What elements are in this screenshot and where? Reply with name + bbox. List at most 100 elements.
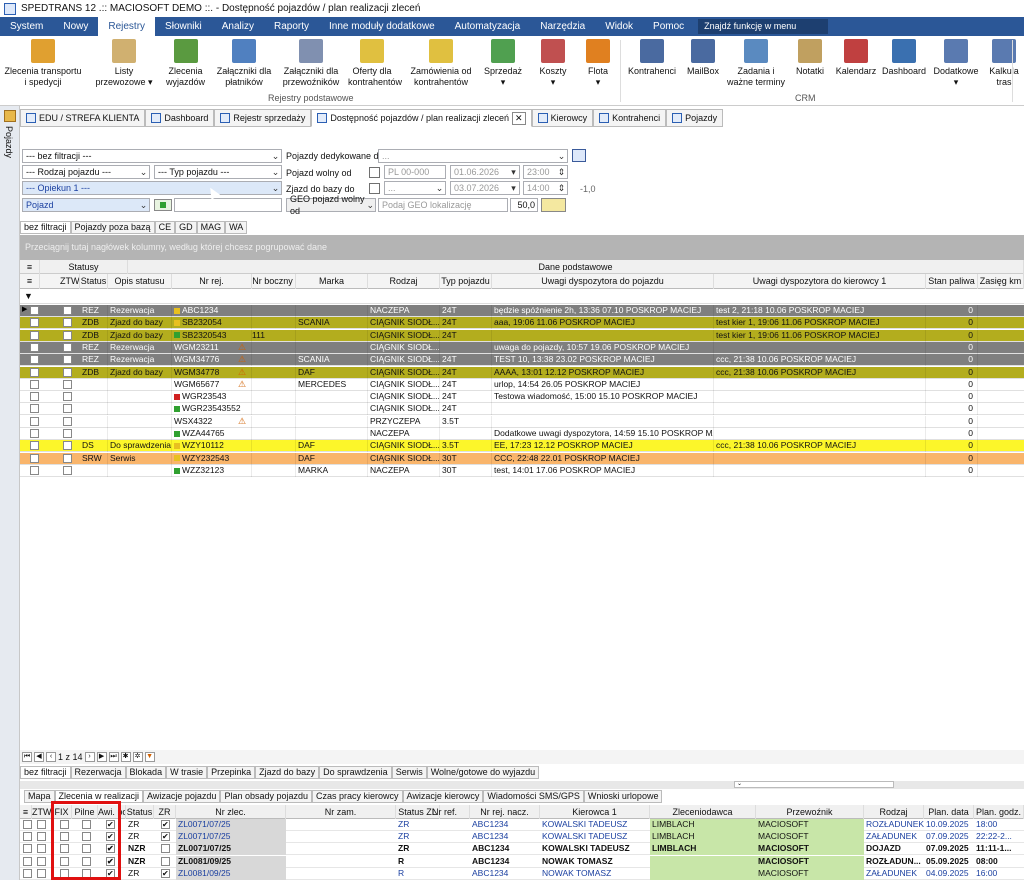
table-row[interactable]: REZ Rezerwacja WGM34776 SCANIA CIĄGNIK SIODŁ… <box>20 354 1024 367</box>
zr-checkbox[interactable] <box>161 844 170 854</box>
menu-item[interactable]: Pomoc <box>643 17 694 36</box>
vehicle-filter-tab[interactable]: Pojazdy poza bazą <box>70 221 155 234</box>
column-header[interactable]: Rodzaj <box>864 805 924 819</box>
column-header[interactable]: Nr rej. nacz. <box>470 805 540 819</box>
detail-tab[interactable]: Wiadomości SMS/GPS <box>483 790 584 803</box>
filter-icon[interactable]: ▼ <box>24 291 33 301</box>
grid-menu-icon[interactable]: ≡ <box>20 260 40 274</box>
grid-filter-row[interactable]: ▼ <box>20 289 1024 304</box>
ribbon-button[interactable]: Notatki <box>790 39 830 77</box>
filter-icon[interactable]: ▼ <box>144 752 155 762</box>
table-row[interactable]: WZA44765 NACZEPA Dodatkowe uwagi dyspozyto… <box>20 428 1024 440</box>
row-checkbox[interactable] <box>30 306 39 315</box>
detail-tab[interactable]: Wnioski urlopowe <box>583 790 663 803</box>
ztw-checkbox[interactable] <box>37 868 46 878</box>
table-row[interactable]: WSX4322 PRZYCZEPA 3.5T ⚠ 0 <box>20 415 1024 428</box>
return-date[interactable]: 03.07.2026 ▾ <box>450 181 520 195</box>
free-from-date[interactable]: 01.06.2026 ▾ <box>450 165 520 179</box>
row-checkbox[interactable] <box>23 832 32 842</box>
menu-item[interactable]: Inne moduły dodatkowe <box>319 17 445 36</box>
ztw-checkbox[interactable] <box>63 429 72 438</box>
menu-item[interactable]: Narzędzia <box>530 17 595 36</box>
zr-checkbox[interactable]: ✔ <box>161 868 170 878</box>
detail-tab[interactable]: Czas pracy kierowcy <box>312 790 403 803</box>
first-page-button[interactable]: ⏮ <box>22 752 32 762</box>
ribbon-button[interactable]: Zlecenia wyjazdów <box>158 39 213 88</box>
ztw-checkbox[interactable] <box>63 441 72 451</box>
row-checkbox[interactable] <box>30 330 39 340</box>
document-tab[interactable]: Rejestr sprzedaży <box>214 109 312 127</box>
free-from-time[interactable]: 23:00 ⇕ <box>523 165 568 179</box>
order-row[interactable]: ✔ ✔ ZR ZL0071/07/25 ZR ABC1234 KOWALSKI TADEUS… <box>20 831 1024 844</box>
ribbon-button[interactable]: Flota ▾ <box>578 39 618 88</box>
ribbon-button[interactable]: Oferty dla kontrahentów <box>348 39 402 88</box>
ztw-checkbox[interactable] <box>37 856 46 866</box>
row-checkbox[interactable] <box>30 367 39 377</box>
ribbon-button[interactable]: Zlecenia transportu i spedycji <box>4 39 82 88</box>
return-dropdown[interactable]: ... ⌄ <box>384 181 446 195</box>
document-tab[interactable]: Kontrahenci <box>593 109 667 127</box>
document-tab[interactable]: EDU / STREFA KLIENTA <box>20 109 146 127</box>
ztw-checkbox[interactable] <box>37 832 46 842</box>
column-header[interactable]: Uwagi dyspozytora do kierowcy 1 <box>714 274 926 289</box>
menu-item[interactable]: Automatyzacja <box>445 17 531 36</box>
column-header[interactable]: Nr zam. <box>286 805 396 819</box>
column-header[interactable]: Nr boczny <box>250 274 296 289</box>
filter-dropdown[interactable]: --- bez filtracji --- ⌄ <box>22 149 282 163</box>
row-checkbox[interactable] <box>30 453 39 463</box>
side-panel-label[interactable]: Pojazdy <box>4 126 14 158</box>
next-button[interactable]: › <box>84 752 95 762</box>
detail-tab[interactable]: Mapa <box>24 790 55 803</box>
menu-search-input[interactable]: Znajdź funkcję w menu <box>698 19 829 34</box>
column-header[interactable]: Opis statusu <box>108 274 172 289</box>
ribbon-button[interactable]: Zamówienia od kontrahentów <box>407 39 475 88</box>
status-filter-tab[interactable]: Do sprawdzenia <box>319 766 392 779</box>
column-header[interactable]: Nr ref. <box>420 805 470 819</box>
menu-item[interactable]: Nowy <box>53 17 98 36</box>
status-filter-tab[interactable]: W trasie <box>166 766 208 779</box>
zr-checkbox[interactable]: ✔ <box>161 832 170 842</box>
order-row[interactable]: ✔ NZR ZL0071/07/25 ZR ABC1234 KOWALSKI TADEUS… <box>20 843 1024 856</box>
zr-checkbox[interactable] <box>161 856 170 866</box>
table-row[interactable]: WGR23543 CIĄGNIK SIODŁ... 24T Testowa wiado… <box>20 391 1024 404</box>
add-icon[interactable] <box>154 199 172 211</box>
column-header[interactable]: Kierowca 1 <box>540 805 650 819</box>
next-page-button[interactable]: ▶ <box>96 752 107 762</box>
status-filter-tab[interactable]: Blokada <box>125 766 167 779</box>
ribbon-button[interactable]: Dashboard <box>880 39 928 77</box>
ribbon-button[interactable]: Dodatkowe ▾ <box>932 39 980 88</box>
row-checkbox[interactable] <box>30 465 39 475</box>
table-row[interactable]: REZ Rezerwacja WGM23211 CIĄGNIK SIODŁ... uwa… <box>20 341 1024 354</box>
vehicle-type-dropdown[interactable]: --- Typ pojazdu --- ⌄ <box>154 165 282 179</box>
ztw-checkbox[interactable] <box>63 404 72 414</box>
row-checkbox[interactable] <box>23 820 32 829</box>
column-header[interactable]: Status <box>126 805 154 819</box>
row-checkbox[interactable] <box>30 379 39 389</box>
column-header[interactable]: Plan. data <box>924 805 974 819</box>
zr-checkbox[interactable]: ✔ <box>161 820 170 829</box>
document-tab[interactable]: Dostępność pojazdów / plan realizacji zl… <box>311 109 532 127</box>
ribbon-button[interactable]: Kalkula tras <box>984 39 1024 88</box>
prev-button[interactable]: ‹ <box>46 752 56 762</box>
ztw-checkbox[interactable] <box>63 392 72 402</box>
column-header[interactable]: Zasięg km <box>978 274 1024 289</box>
column-header[interactable]: Typ pojazdu <box>440 274 492 289</box>
vehicle-filter-tab[interactable]: WA <box>225 221 248 234</box>
ztw-checkbox[interactable] <box>37 844 46 854</box>
supervisor-dropdown[interactable]: --- Opiekun 1 --- ⌄ <box>22 181 282 195</box>
table-row[interactable]: ZDB Zjazd do bazy SB232054 SCANIA CIĄGNIK SI… <box>20 317 1024 330</box>
table-row[interactable]: WGM65677 MERCEDES CIĄGNIK SIODŁ... 24T urlop… <box>20 378 1024 391</box>
return-checkbox[interactable] <box>369 183 380 194</box>
close-icon[interactable]: ✕ <box>512 111 526 125</box>
column-header[interactable]: ZR <box>154 805 176 819</box>
ztw-checkbox[interactable] <box>63 318 72 328</box>
ribbon-button[interactable]: Sprzedaż ▾ <box>478 39 528 88</box>
geo-location-input[interactable]: Podaj GEO lokalizację <box>378 198 508 212</box>
menu-item[interactable]: System <box>0 17 53 36</box>
status-filter-tab[interactable]: Przepinka <box>207 766 256 779</box>
collapse-handle[interactable]: ⌄ <box>734 781 894 788</box>
row-checkbox[interactable] <box>23 868 32 878</box>
vehicle-text-input[interactable] <box>174 198 282 212</box>
column-header[interactable]: Marka <box>296 274 368 289</box>
status-filter-tab[interactable]: Wolne/gotowe do wyjazdu <box>426 766 540 779</box>
